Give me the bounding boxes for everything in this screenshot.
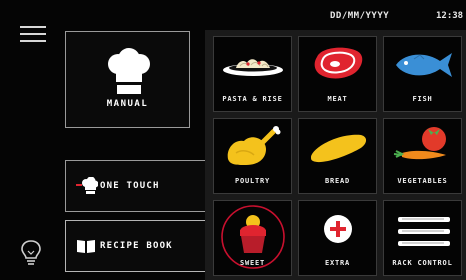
category-label: MEAT [327,95,348,103]
book-icon [77,240,95,253]
category-label: POULTRY [234,177,271,185]
category-fish-button[interactable]: FISH [383,36,462,112]
vegetables-icon [393,127,446,160]
date-display: DD/MM/YYYY [330,11,390,21]
oven-racks-icon [398,217,450,246]
recipe-book-button[interactable]: RECIPE BOOK [65,220,212,272]
category-label: EXTRA [324,259,351,267]
bread-icon [311,134,367,163]
category-label: VEGETABLES [397,177,448,185]
plus-circle-icon [324,215,352,243]
time-display: 12:38 [436,11,464,21]
category-meat-button[interactable]: MEAT [298,36,377,112]
chef-hat-icon [108,48,150,94]
category-extra-button[interactable]: EXTRA [298,200,377,276]
category-poultry-button[interactable]: POULTRY [213,118,292,194]
chicken-icon [227,126,281,165]
one-touch-label: ONE TOUCH [100,181,160,191]
manual-label: MANUAL [106,99,149,109]
category-pasta-button[interactable]: PASTA & RISE [213,36,292,112]
manual-button[interactable]: MANUAL [65,31,190,128]
lightbulb-icon[interactable] [20,239,42,265]
recipe-book-label: RECIPE BOOK [100,241,173,251]
pasta-icon [223,59,283,76]
category-label: FISH [412,95,433,103]
hamburger-menu-icon[interactable] [20,24,46,44]
oven-home-screen: DD/MM/YYYY 12:38 MANUAL ONE TOUCH RECIPE… [0,0,466,280]
category-rack-control-button[interactable]: RACK CONTROL [383,200,462,276]
menu-line [20,40,46,42]
category-vegetables-button[interactable]: VEGETABLES [383,118,462,194]
category-label: SWEET [239,259,266,267]
one-touch-button[interactable]: ONE TOUCH [65,160,212,212]
category-bread-button[interactable]: BREAD [298,118,377,194]
status-bar: DD/MM/YYYY 12:38 [0,0,466,34]
category-panel: PASTA & RISE MEAT FISH POULTRY BREAD VEG… [205,30,466,280]
category-label: PASTA & RISE [222,95,283,103]
menu-line [20,26,46,28]
steak-icon [314,47,363,79]
category-label: RACK CONTROL [392,259,453,267]
category-label: BREAD [324,177,351,185]
fish-icon [396,53,452,77]
category-sweet-button[interactable]: SWEET [213,200,292,276]
menu-line [20,33,46,35]
chef-hat-icon [76,177,98,194]
